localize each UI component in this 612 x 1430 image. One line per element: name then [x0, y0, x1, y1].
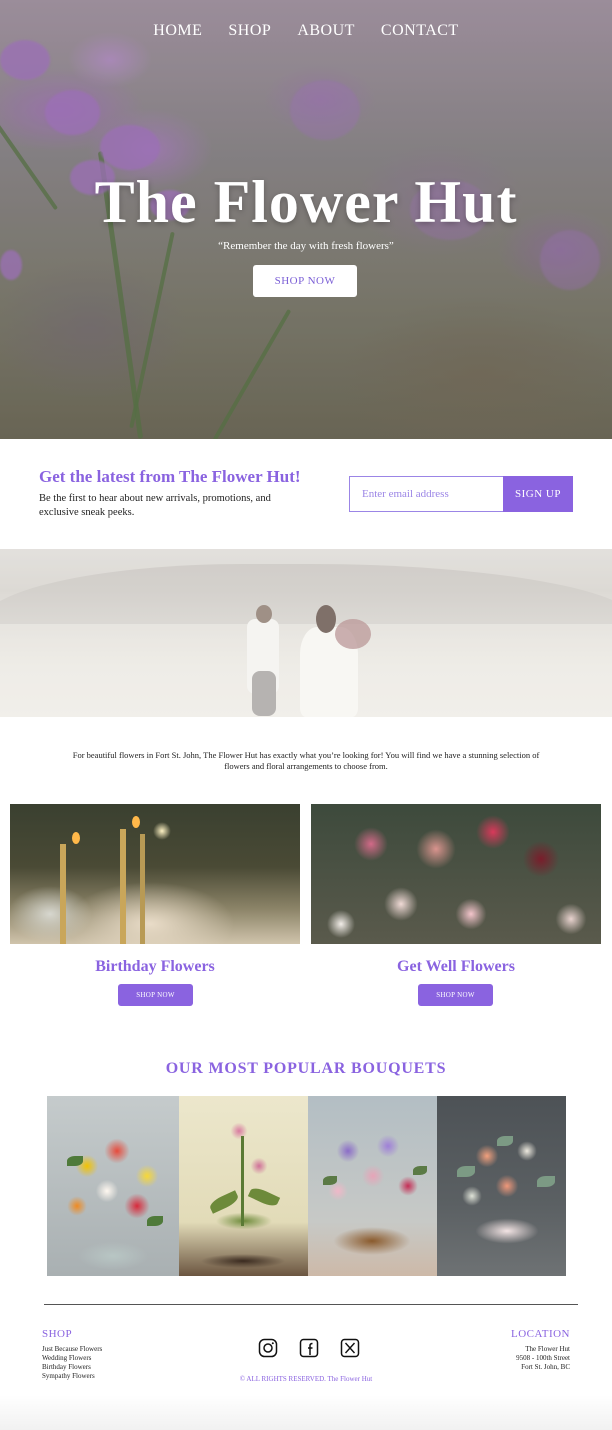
hero-section: HOME SHOP ABOUT CONTACT The Flower Hut “… [0, 0, 612, 439]
bouquet-image-mixed[interactable] [47, 1096, 179, 1276]
email-input[interactable] [349, 476, 503, 512]
get-well-shop-now-button[interactable]: SHOP NOW [418, 984, 493, 1006]
nav-home[interactable]: HOME [153, 22, 202, 40]
signup-button[interactable]: SIGN UP [503, 476, 573, 512]
nav-contact[interactable]: CONTACT [381, 22, 459, 40]
footer-divider [44, 1304, 578, 1305]
couple-banner-image [0, 549, 612, 717]
instagram-icon[interactable] [258, 1338, 278, 1358]
location-line-city: Fort St. John, BC [521, 1363, 570, 1371]
location-line-name: The Flower Hut [525, 1345, 570, 1353]
footer-bottom-fade [0, 1395, 612, 1430]
get-well-flowers-image[interactable] [311, 804, 601, 944]
footer-link-birthday[interactable]: Birthday Flowers [42, 1363, 102, 1372]
x-twitter-icon[interactable] [340, 1338, 360, 1358]
location-line-street: 9508 - 100th Street [516, 1354, 570, 1362]
get-well-flowers-title[interactable]: Get Well Flowers [311, 958, 601, 976]
bouquet-image-peach-box[interactable] [437, 1096, 566, 1276]
hero-shop-now-button[interactable]: SHOP NOW [253, 265, 357, 297]
footer-link-just-because[interactable]: Just Because Flowers [42, 1345, 102, 1354]
birthday-flowers-image[interactable] [10, 804, 300, 944]
intro-text: For beautiful flowers in Fort St. John, … [72, 750, 540, 771]
footer-link-wedding[interactable]: Wedding Flowers [42, 1354, 102, 1363]
bouquet-image-basket[interactable] [308, 1096, 437, 1276]
hero-title: The Flower Hut [94, 169, 518, 235]
facebook-icon[interactable] [299, 1338, 319, 1358]
copyright-text: © ALL RIGHTS RESERVED. The Flower Hut [239, 1375, 373, 1383]
bouquet-image-lily[interactable] [179, 1096, 308, 1276]
footer-location-address: The Flower Hut 9508 - 100th Street Fort … [516, 1345, 570, 1372]
footer-location-heading: LOCATION [511, 1328, 570, 1340]
hero-tagline: “Remember the day with fresh flowers” [218, 240, 394, 252]
nav-about[interactable]: ABOUT [297, 22, 355, 40]
footer-shop-heading: SHOP [42, 1328, 73, 1340]
popular-bouquets-title: OUR MOST POPULAR BOUQUETS [165, 1060, 447, 1077]
birthday-flowers-title[interactable]: Birthday Flowers [10, 958, 300, 976]
nav-shop[interactable]: SHOP [228, 22, 271, 40]
newsletter-title: Get the latest from The Flower Hut! [39, 467, 301, 486]
birthday-shop-now-button[interactable]: SHOP NOW [118, 984, 193, 1006]
main-nav: HOME SHOP ABOUT CONTACT [0, 22, 612, 40]
newsletter-description: Be the first to hear about new arrivals,… [39, 493, 271, 518]
